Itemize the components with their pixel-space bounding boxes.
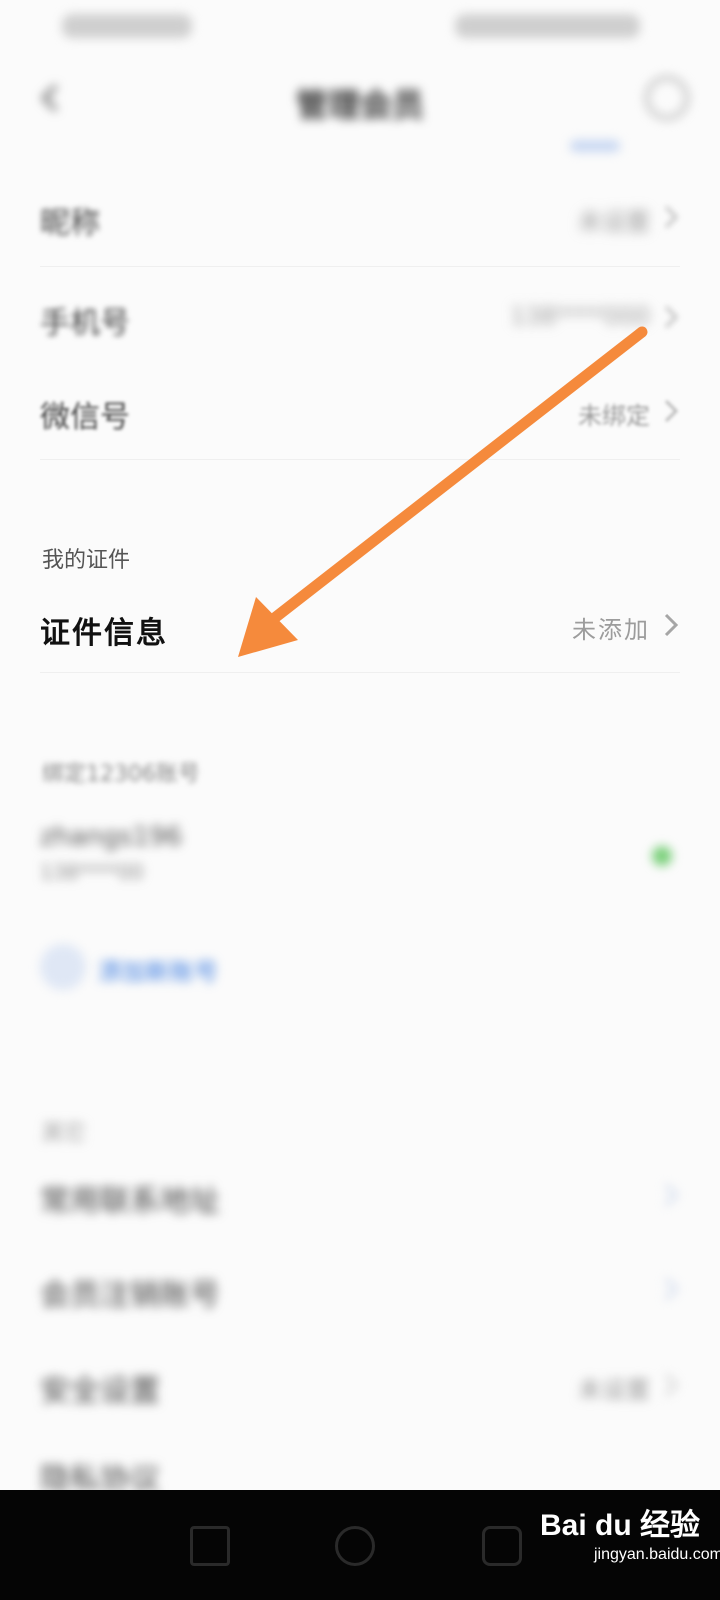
- add-account-link[interactable]: 添加新账号: [98, 952, 218, 987]
- row-other-3[interactable]: 安全设置 未设置: [40, 1342, 680, 1432]
- row-label: 手机号: [40, 306, 130, 341]
- section-title-certificates: 我的证件: [42, 548, 131, 573]
- account-subtitle: 138****00: [40, 860, 144, 884]
- nav-back-icon[interactable]: [190, 1526, 230, 1566]
- row-value: 未添加: [572, 616, 650, 644]
- signal-icons: [62, 14, 192, 38]
- blurred-badge: [570, 140, 620, 152]
- page-title: 管理会员: [295, 86, 424, 124]
- row-label: 证件信息: [40, 616, 168, 651]
- battery-icons: [455, 14, 640, 38]
- row-other-2[interactable]: 会员注销账号: [40, 1246, 680, 1336]
- nav-recent-icon[interactable]: [482, 1526, 522, 1566]
- status-indicator: [652, 846, 672, 866]
- row-nickname[interactable]: 昵称 未设置: [40, 174, 680, 264]
- row-label: 会员注销账号: [40, 1278, 220, 1313]
- settings-icon[interactable]: [645, 76, 689, 120]
- add-icon[interactable]: [40, 944, 86, 990]
- divider: [40, 459, 680, 460]
- row-label: 微信号: [40, 400, 130, 435]
- chevron-right-icon: [664, 205, 679, 229]
- account-name: zhangs196: [40, 822, 183, 852]
- section-title-binding: 绑定12306账号: [42, 762, 200, 787]
- row-value: 138****000: [510, 302, 650, 330]
- chevron-right-icon: [664, 1373, 679, 1397]
- baidu-watermark: Bai du 经验: [540, 1509, 701, 1542]
- row-label: 昵称: [40, 206, 100, 241]
- divider: [40, 672, 680, 673]
- chevron-right-icon: [664, 1183, 679, 1207]
- divider: [40, 266, 680, 267]
- row-label: 常用联系地址: [40, 1184, 220, 1219]
- row-certificate-info[interactable]: 证件信息 未添加: [40, 582, 680, 672]
- row-label: 安全设置: [40, 1374, 160, 1409]
- chevron-right-icon: [664, 399, 679, 423]
- status-bar: [0, 0, 720, 52]
- row-wechat[interactable]: 微信号 未绑定: [40, 368, 680, 458]
- row-value: 未设置: [578, 208, 650, 236]
- chevron-right-icon: [664, 613, 679, 637]
- section-title-other: 其它: [42, 1121, 87, 1146]
- header: 管理会员: [0, 62, 720, 134]
- row-value: 未设置: [578, 1376, 650, 1404]
- row-phone[interactable]: 手机号 138****000: [40, 274, 680, 364]
- watermark-url: jingyan.baidu.com: [594, 1546, 720, 1563]
- chevron-right-icon: [664, 305, 679, 329]
- row-other-1[interactable]: 常用联系地址: [40, 1152, 680, 1242]
- row-value: 未绑定: [578, 402, 650, 430]
- chevron-right-icon: [664, 1277, 679, 1301]
- nav-home-icon[interactable]: [335, 1526, 375, 1566]
